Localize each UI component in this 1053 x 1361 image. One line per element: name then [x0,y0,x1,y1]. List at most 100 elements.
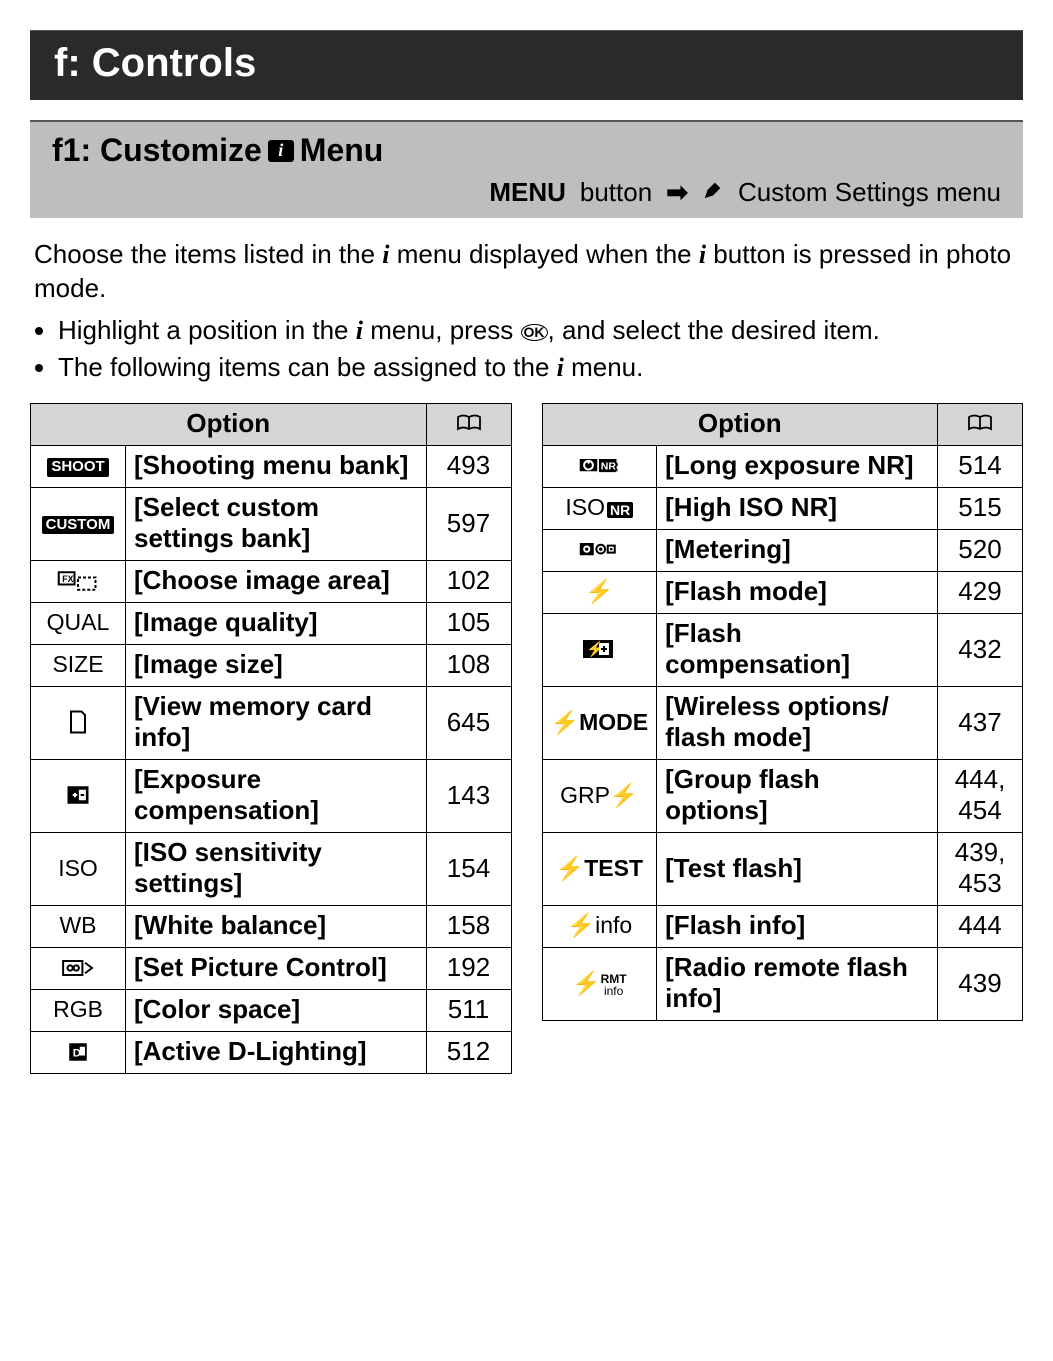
option-page: 439, 453 [938,833,1023,906]
option-name: [Shooting menu bank] [126,446,427,488]
option-name: [Group flash options] [657,760,938,833]
option-icon-size: SIZE [31,645,126,687]
table-row: [Metering]520 [542,530,1023,572]
table-row: ⚡MODE[Wireless options/ flash mode]437 [542,687,1023,760]
option-icon-iso: ISO [31,833,126,906]
i-icon: i [356,316,363,345]
menu-label: MENU [489,177,566,208]
th-page-icon [938,404,1023,446]
sub-section-title: f1: Customize i Menu [30,122,1023,175]
option-icon-finfo: ⚡info [542,906,657,948]
option-page: 493 [426,446,511,488]
bullet-list: Highlight a position in the i menu, pres… [58,314,1023,386]
sub-title-pre: f1: Customize [52,132,262,169]
table-row: WB[White balance]158 [31,906,512,948]
option-icon-card [31,687,126,760]
option-icon-fx: FX [31,561,126,603]
options-table-left: Option SHOOT[Shooting menu bank]493CUSTO… [30,403,512,1074]
option-name: [Long exposure NR] [657,446,938,488]
intro-paragraph: Choose the items listed in the i menu di… [34,238,1019,306]
arrow-right-icon: ➡ [666,177,688,208]
options-tables: Option SHOOT[Shooting menu bank]493CUSTO… [30,403,1023,1074]
table-row: ISO[ISO sensitivity settings]154 [31,833,512,906]
option-page: 444 [938,906,1023,948]
table-row: FX[Choose image area]102 [31,561,512,603]
svg-text:D: D [73,1047,81,1059]
option-icon-pc [31,948,126,990]
book-icon [456,412,482,437]
option-page: 437 [938,687,1023,760]
th-option: Option [31,404,427,446]
table-row: ⚡[Flash compensation]432 [542,614,1023,687]
table-row: ISONR[High ISO NR]515 [542,488,1023,530]
table-row: ⚡[Flash mode]429 [542,572,1023,614]
option-name: [Choose image area] [126,561,427,603]
pencil-icon [702,177,724,208]
option-page: 105 [426,603,511,645]
option-page: 512 [426,1032,511,1074]
option-icon-flashcomp: ⚡ [542,614,657,687]
table-row: [Exposure compensation]143 [31,760,512,833]
option-icon-isonr: ISONR [542,488,657,530]
sub-title-post: Menu [300,132,384,169]
table-row: ⚡RMTinfo[Radio remote flash info]439 [542,948,1023,1021]
bullet-2: The following items can be assigned to t… [58,351,1023,385]
i-icon: i [382,240,389,269]
table-row: ⚡TEST[Test flash]439, 453 [542,833,1023,906]
option-name: [White balance] [126,906,427,948]
option-page: 444, 454 [938,760,1023,833]
option-icon-rgb: RGB [31,990,126,1032]
option-icon-meter [542,530,657,572]
option-name: [Set Picture Control] [126,948,427,990]
option-icon-lenr: NRNR [542,446,657,488]
option-page: 192 [426,948,511,990]
ok-icon: OK [521,324,548,341]
option-name: [Radio remote flash info] [657,948,938,1021]
bullet-1: Highlight a position in the i menu, pres… [58,314,1023,348]
option-name: [Test flash] [657,833,938,906]
option-page: 645 [426,687,511,760]
option-name: [Select custom settings bank] [126,488,427,561]
option-name: [Flash info] [657,906,938,948]
option-name: [Wireless options/ flash mode] [657,687,938,760]
option-page: 143 [426,760,511,833]
option-page: 514 [938,446,1023,488]
i-icon: i [557,353,564,382]
option-icon-wb: WB [31,906,126,948]
option-icon-grp: GRP⚡ [542,760,657,833]
section-title-text: f: Controls [54,41,256,85]
option-icon-expcomp [31,760,126,833]
info-i-icon: i [268,140,294,162]
option-name: [Flash compensation] [657,614,938,687]
table-row: ⚡info[Flash info]444 [542,906,1023,948]
option-page: 597 [426,488,511,561]
table-row: D[Active D-Lighting]512 [31,1032,512,1074]
svg-text:NR: NR [601,460,617,472]
table-row: [View memory card info]645 [31,687,512,760]
table-row: SHOOT[Shooting menu bank]493 [31,446,512,488]
table-row: [Set Picture Control]192 [31,948,512,990]
svg-text:FX: FX [62,574,73,584]
option-page: 154 [426,833,511,906]
th-page-icon [426,404,511,446]
table-row: NRNR[Long exposure NR]514 [542,446,1023,488]
option-name: [Metering] [657,530,938,572]
option-page: 511 [426,990,511,1032]
table-row: GRP⚡[Group flash options]444, 454 [542,760,1023,833]
option-page: 108 [426,645,511,687]
book-icon [967,412,993,437]
option-icon-adl: D [31,1032,126,1074]
option-name: [View memory card info] [126,687,427,760]
option-name: [Flash mode] [657,572,938,614]
option-page: 429 [938,572,1023,614]
th-option: Option [542,404,938,446]
option-name: [High ISO NR] [657,488,938,530]
option-page: 432 [938,614,1023,687]
option-page: 439 [938,948,1023,1021]
i-icon: i [699,240,706,269]
option-icon-flashmode2: ⚡MODE [542,687,657,760]
option-icon-custom: CUSTOM [31,488,126,561]
option-icon-flashmode: ⚡ [542,572,657,614]
section-title: f: Controls [30,30,1023,100]
option-page: 158 [426,906,511,948]
